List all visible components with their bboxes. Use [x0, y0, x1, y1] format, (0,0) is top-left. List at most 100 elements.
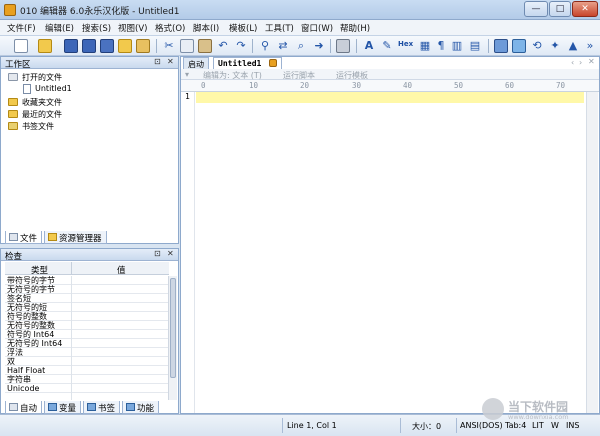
tab-explorer[interactable]: 资源管理器 [44, 231, 107, 244]
editor-scrollbar[interactable] [586, 92, 598, 413]
inspector-scrollbar[interactable] [168, 276, 177, 400]
tab-close-all-icon[interactable]: ✕ [588, 57, 595, 66]
watermark: 当下软件园 www.downxia.com [480, 396, 600, 426]
panel-close-icon[interactable]: ✕ [167, 249, 174, 258]
bookmarks-tab-icon [87, 403, 96, 411]
subtoolbar-arrow-icon[interactable]: ▾ [185, 70, 189, 79]
table-row[interactable]: 带符号的字节 [5, 276, 169, 285]
app-icon [4, 4, 16, 16]
menu-edit[interactable]: 编辑(E) [45, 22, 74, 34]
compare-icon[interactable] [512, 39, 526, 53]
goto-icon[interactable]: ➜ [312, 39, 326, 53]
columns-icon[interactable]: ▦ [418, 39, 432, 53]
close-file-icon[interactable] [118, 39, 132, 53]
table-row[interactable]: Half Float [5, 366, 169, 375]
table-row[interactable]: 字符串 [5, 375, 169, 384]
minimize-button[interactable]: — [524, 1, 548, 17]
maximize-button[interactable]: □ [549, 1, 571, 17]
table-row[interactable]: 无符号的字节 [5, 285, 169, 294]
tree-open-files[interactable]: 打开的文件 [22, 72, 62, 83]
save-all-icon[interactable] [100, 39, 114, 53]
tab-functions[interactable]: 功能 [122, 401, 160, 414]
tree-favorites[interactable]: 收藏夹文件 [22, 97, 62, 108]
histogram-icon[interactable]: ▲ [566, 39, 580, 53]
open-folder-icon[interactable] [38, 39, 52, 53]
close-all-icon[interactable] [136, 39, 150, 53]
calculator-icon[interactable] [494, 39, 508, 53]
checksum-icon[interactable]: ⟲ [530, 39, 544, 53]
grid-icon[interactable]: ▤ [468, 39, 482, 53]
panel-close-icon[interactable]: ✕ [167, 57, 174, 66]
new-file-icon[interactable] [14, 39, 28, 53]
scroll-thumb[interactable] [170, 278, 176, 378]
files-tab-icon [9, 233, 18, 241]
find-in-files-icon[interactable]: ⌕ [294, 39, 308, 53]
toolbar-overflow-icon[interactable]: » [584, 39, 596, 53]
save-icon[interactable] [64, 39, 78, 53]
table-row[interactable]: 浮法 [5, 348, 169, 357]
workspace-header: 工作区 ⊡ ✕ [1, 57, 178, 70]
row-type: 带符号的字节 [7, 276, 55, 285]
table-row[interactable]: 双 [5, 357, 169, 366]
tab-variables[interactable]: 变量 [44, 401, 82, 414]
column-ruler: 0 10 20 30 40 50 60 70 [181, 80, 599, 92]
save-as-icon[interactable] [82, 39, 96, 53]
print-icon[interactable] [336, 39, 350, 53]
cut-icon[interactable]: ✂ [162, 39, 176, 53]
hex-mode-button[interactable]: Hex [398, 40, 413, 48]
tab-files[interactable]: 文件 [5, 231, 43, 244]
row-type: 符号的整数 [7, 312, 47, 321]
tree-recent[interactable]: 最近的文件 [22, 109, 62, 120]
ruler-label: 20 [300, 81, 310, 90]
menu-template[interactable]: 模板(L) [229, 22, 257, 34]
menu-window[interactable]: 窗口(W) [301, 22, 333, 34]
column-value[interactable]: 值 [117, 264, 126, 276]
highlight-icon[interactable]: ✎ [380, 39, 394, 53]
redo-icon[interactable]: ↷ [234, 39, 248, 53]
tab-scroll-left-icon[interactable]: ‹ [571, 58, 574, 67]
table-row[interactable]: 签名短 [5, 294, 169, 303]
menu-format[interactable]: 格式(O) [155, 22, 185, 34]
tab-start[interactable]: 启动 [183, 57, 209, 69]
watermark-logo-icon [482, 398, 504, 420]
status-separator [400, 418, 401, 433]
table-row[interactable]: Unicode [5, 384, 169, 393]
workspace-title: 工作区 [5, 60, 31, 70]
undo-icon[interactable]: ↶ [216, 39, 230, 53]
menu-tools[interactable]: 工具(T) [265, 22, 294, 34]
menu-file[interactable]: 文件(F) [7, 22, 36, 34]
font-icon[interactable]: A [362, 39, 376, 53]
table-row[interactable]: 符号的整数 [5, 312, 169, 321]
paste-icon[interactable] [198, 39, 212, 53]
pin-icon[interactable]: ⊡ [154, 57, 161, 66]
menu-help[interactable]: 帮助(H) [340, 22, 370, 34]
scripts-icon[interactable]: ✦ [548, 39, 562, 53]
column-type[interactable]: 类型 [31, 264, 48, 276]
copy-icon[interactable] [180, 39, 194, 53]
tree-bookmarks[interactable]: 书签文件 [22, 121, 54, 132]
tab-untitled1[interactable]: Untitled1 [213, 57, 283, 69]
tree-untitled[interactable]: Untitled1 [35, 84, 72, 93]
tab-bookmarks[interactable]: 书签 [83, 401, 121, 414]
menu-view[interactable]: 视图(V) [118, 22, 147, 34]
tab-close-icon[interactable] [269, 59, 278, 67]
menu-search[interactable]: 搜索(S) [82, 22, 111, 34]
pin-icon[interactable]: ⊡ [154, 249, 161, 258]
table-row[interactable]: 无符号的整数 [5, 321, 169, 330]
file-icon [23, 84, 31, 94]
menu-script[interactable]: 脚本(I) [193, 22, 219, 34]
table-row[interactable]: 符号的 Int64 [5, 330, 169, 339]
close-button[interactable]: ✕ [572, 1, 598, 17]
split-view-icon[interactable]: ▥ [450, 39, 464, 53]
find-icon[interactable]: ⚲ [258, 39, 272, 53]
window-title: 010 编辑器 6.0永乐汉化版 - Untitled1 [20, 7, 180, 17]
replace-icon[interactable]: ⇄ [276, 39, 290, 53]
current-line-highlight[interactable] [196, 92, 584, 103]
main-toolbar: ✂ ↶ ↷ ⚲ ⇄ ⌕ ➜ A ✎ Hex ▦ ¶ ▥ ▤ ⟲ ✦ ▲ » [0, 36, 600, 56]
table-row[interactable]: 无符号的短 [5, 303, 169, 312]
watermark-url: www.downxia.com [508, 413, 569, 421]
tab-auto[interactable]: 自动 [5, 401, 43, 414]
paragraph-icon[interactable]: ¶ [434, 39, 448, 53]
tab-scroll-right-icon[interactable]: › [579, 58, 582, 67]
table-row[interactable]: 无符号的 Int64 [5, 339, 169, 348]
